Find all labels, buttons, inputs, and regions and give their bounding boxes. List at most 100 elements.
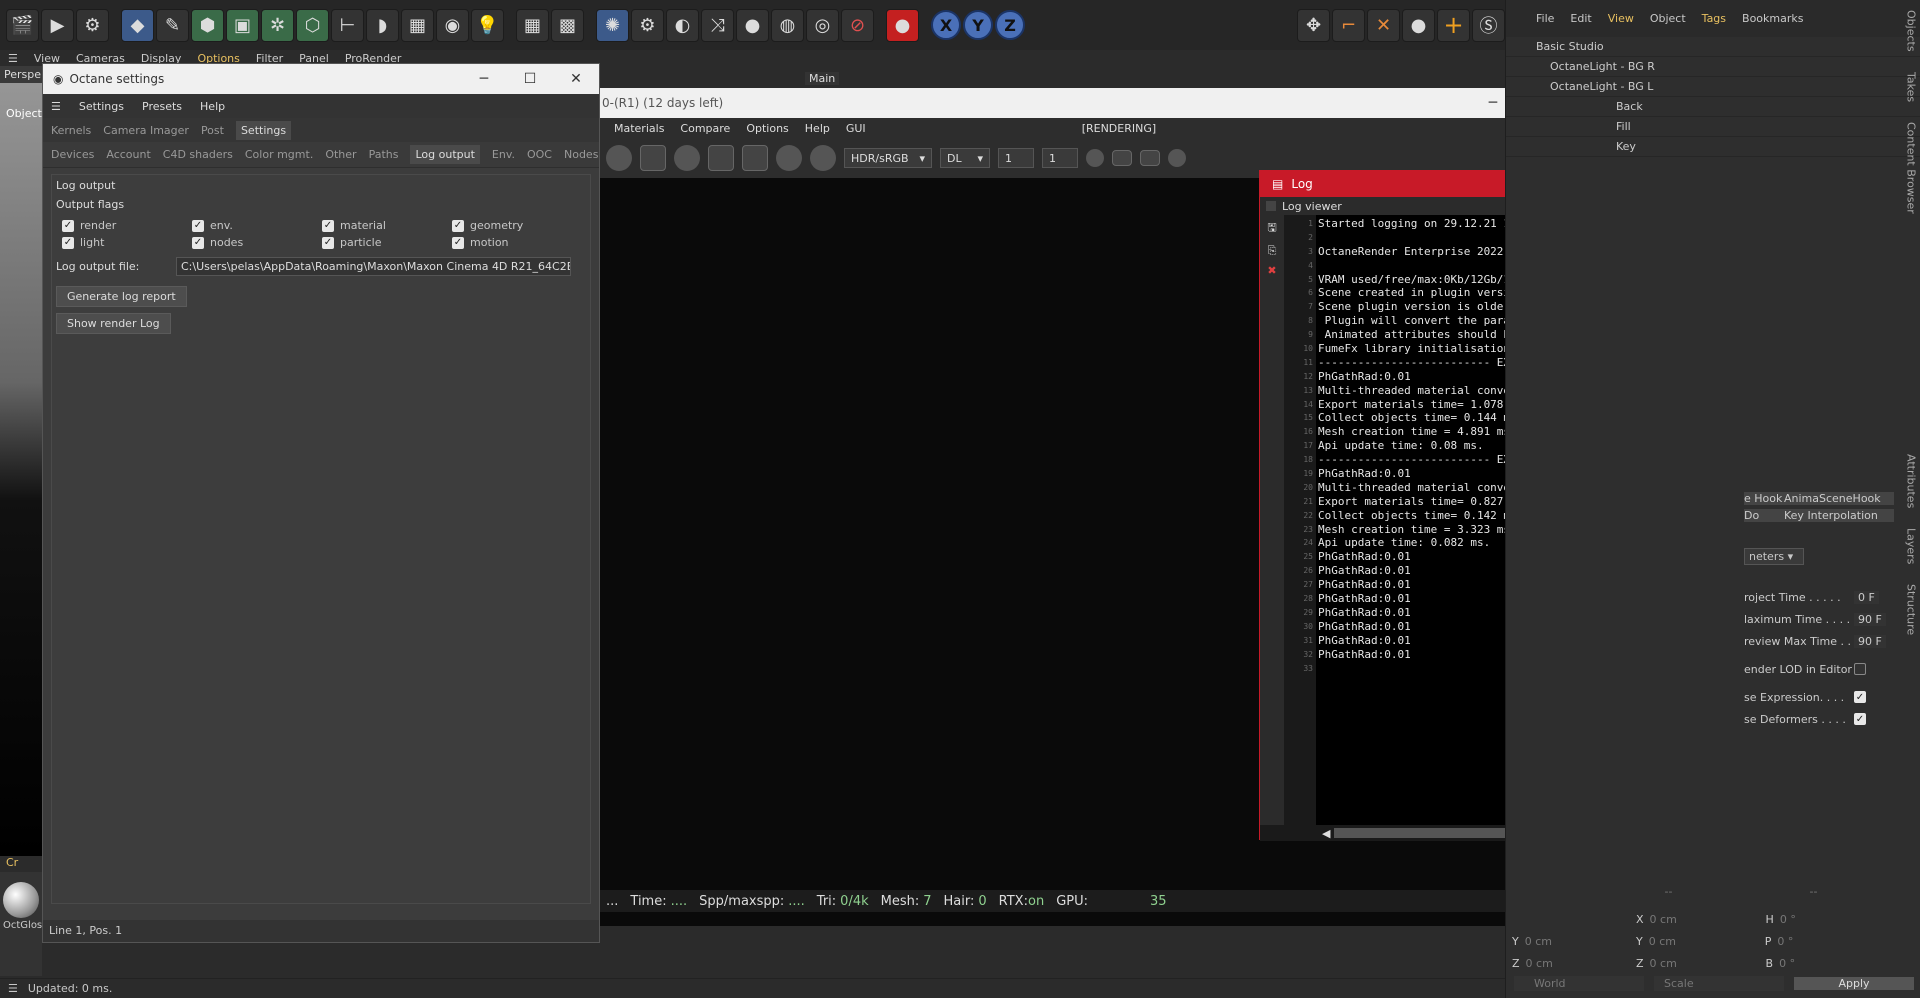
cloner-icon[interactable]: ✲ bbox=[261, 8, 294, 42]
flag-render[interactable]: ✓ render bbox=[62, 219, 192, 232]
checkbox-icon[interactable]: ✓ bbox=[1854, 713, 1866, 725]
hamburger-icon[interactable]: ☰ bbox=[8, 52, 18, 65]
attr-value[interactable]: 90 F bbox=[1854, 634, 1886, 648]
om-menu-bookmarks[interactable]: Bookmarks bbox=[1742, 12, 1803, 25]
rv-menu-gui[interactable]: GUI bbox=[846, 122, 866, 135]
om-menu-edit[interactable]: Edit bbox=[1570, 12, 1591, 25]
move-icon[interactable]: ✥ bbox=[1297, 8, 1330, 42]
copy-icon[interactable]: ⎘ bbox=[1260, 244, 1284, 258]
spin-box-1[interactable]: 1 bbox=[998, 148, 1034, 168]
subtab-paths[interactable]: Paths bbox=[369, 148, 399, 161]
subtab-other[interactable]: Other bbox=[325, 148, 356, 161]
dot-icon[interactable] bbox=[1086, 149, 1104, 167]
close-icon[interactable]: ✕ bbox=[553, 71, 599, 87]
object-row[interactable]: Key bbox=[1506, 137, 1920, 157]
minimize-icon[interactable]: ─ bbox=[461, 71, 507, 87]
world-select[interactable]: World bbox=[1514, 976, 1644, 991]
coord-value[interactable]: 0 cm bbox=[1650, 913, 1760, 926]
flag-particle[interactable]: ✓ particle bbox=[322, 236, 452, 249]
mix-icon[interactable]: ◍ bbox=[771, 8, 804, 42]
scroll-left-icon[interactable]: ◀ bbox=[1322, 827, 1330, 840]
record-icon[interactable]: ● bbox=[886, 8, 919, 42]
region-icon[interactable] bbox=[708, 145, 734, 171]
rv-menu-options[interactable]: Options bbox=[746, 122, 788, 135]
half-circle-icon[interactable]: ◐ bbox=[666, 8, 699, 42]
flag-light[interactable]: ✓ light bbox=[62, 236, 192, 249]
params-dropdown[interactable]: neters ▾ bbox=[1744, 548, 1804, 565]
subtab-ooc[interactable]: OOC bbox=[527, 148, 552, 161]
attr-value[interactable]: 90 F bbox=[1854, 612, 1886, 626]
subtab-env[interactable]: Env. bbox=[492, 148, 515, 161]
x-axis-button[interactable]: X bbox=[931, 10, 961, 40]
flag-material[interactable]: ✓ material bbox=[322, 219, 452, 232]
spline-icon[interactable]: ⊢ bbox=[331, 8, 364, 42]
show-render-log-button[interactable]: Show render Log bbox=[56, 313, 171, 334]
hamburger-icon[interactable]: ☰ bbox=[8, 982, 18, 995]
checkbox-icon[interactable]: ✓ bbox=[62, 219, 74, 232]
rotate-icon[interactable]: ✕ bbox=[1367, 8, 1400, 42]
material-pick-icon[interactable] bbox=[810, 145, 836, 171]
dot2-icon[interactable] bbox=[1168, 149, 1186, 167]
side-tab-objects[interactable]: Objects bbox=[1905, 10, 1918, 52]
apply-button[interactable]: Apply bbox=[1794, 977, 1914, 990]
checkbox-icon[interactable]: ✓ bbox=[1854, 691, 1866, 703]
gear-icon[interactable] bbox=[606, 145, 632, 171]
flag-nodes[interactable]: ✓ nodes bbox=[192, 236, 322, 249]
sphere-icon[interactable] bbox=[674, 145, 700, 171]
no-icon[interactable]: ⊘ bbox=[841, 8, 874, 42]
cube-icon[interactable]: ◆ bbox=[121, 8, 154, 42]
subtab-nodes[interactable]: Nodes bbox=[564, 148, 598, 161]
flag-env[interactable]: ✓ env. bbox=[192, 219, 322, 232]
array-icon[interactable]: ▣ bbox=[226, 8, 259, 42]
side-tab-content-browser[interactable]: Content Browser bbox=[1905, 122, 1918, 214]
om-menu-view[interactable]: View bbox=[1608, 12, 1634, 25]
scroll-thumb[interactable] bbox=[1334, 828, 1525, 838]
side-tab-layers[interactable]: Layers bbox=[1905, 528, 1918, 564]
side-tab-attributes[interactable]: Attributes bbox=[1905, 454, 1918, 508]
om-menu-file[interactable]: File bbox=[1536, 12, 1554, 25]
focus-icon[interactable] bbox=[776, 145, 802, 171]
octane-icon[interactable]: ✺ bbox=[596, 8, 629, 42]
side-tab-structure[interactable]: Structure bbox=[1905, 584, 1918, 635]
pen-icon[interactable]: ✎ bbox=[156, 8, 189, 42]
subtab-c4d-shaders[interactable]: C4D shaders bbox=[163, 148, 233, 161]
checker-icon[interactable]: ▩ bbox=[551, 8, 584, 42]
checkbox-icon[interactable]: ✓ bbox=[322, 236, 334, 249]
checkbox-icon[interactable] bbox=[1854, 663, 1866, 675]
camera-icon[interactable]: ◉ bbox=[436, 8, 469, 42]
side-tab-takes[interactable]: Takes bbox=[1905, 72, 1918, 102]
object-row[interactable]: OctaneLight - BG R bbox=[1506, 57, 1920, 77]
kernel-select[interactable]: DL ▾ bbox=[940, 148, 990, 168]
subtab-color-mgmt[interactable]: Color mgmt. bbox=[245, 148, 313, 161]
add-icon[interactable]: + bbox=[1437, 8, 1470, 42]
sphere-render-icon[interactable]: ● bbox=[1402, 8, 1435, 42]
render-settings-icon[interactable]: ⚙ bbox=[76, 8, 109, 42]
rv-menu-materials[interactable]: Materials bbox=[614, 122, 664, 135]
spiral-icon[interactable]: Ⓢ bbox=[1472, 8, 1505, 42]
attr-value[interactable]: 0 F bbox=[1854, 590, 1879, 604]
save-icon[interactable]: 🖫 bbox=[1260, 219, 1284, 238]
checkbox-icon[interactable]: ✓ bbox=[192, 236, 204, 249]
flag-motion[interactable]: ✓ motion bbox=[452, 236, 582, 249]
log-file-input[interactable]: C:\Users\pelas\AppData\Roaming\Maxon\Max… bbox=[176, 257, 571, 276]
floor-icon[interactable]: ▦ bbox=[401, 8, 434, 42]
light-icon[interactable]: 💡 bbox=[471, 8, 504, 42]
hook-label[interactable]: AnimaSceneHook bbox=[1784, 492, 1894, 505]
shuffle-icon[interactable]: ⤨ bbox=[701, 8, 734, 42]
log-viewer-checkbox-icon[interactable] bbox=[1266, 201, 1276, 211]
clapboard-icon[interactable]: 🎬 bbox=[6, 8, 39, 42]
hook-label[interactable]: Key Interpolation bbox=[1784, 509, 1894, 522]
om-menu-object[interactable]: Object bbox=[1650, 12, 1686, 25]
tab-camera-imager[interactable]: Camera Imager bbox=[103, 124, 189, 137]
subdivision-icon[interactable]: ⬢ bbox=[191, 8, 224, 42]
coord-value[interactable]: 0 cm bbox=[1650, 957, 1760, 970]
material-preview-icon[interactable] bbox=[3, 882, 39, 918]
play-icon[interactable]: ▶ bbox=[41, 8, 74, 42]
deformer-icon[interactable]: ◗ bbox=[366, 8, 399, 42]
coord-value[interactable]: 0 cm bbox=[1649, 935, 1759, 948]
clear-icon[interactable]: ✖ bbox=[1260, 264, 1284, 277]
maximize-icon[interactable]: ☐ bbox=[507, 71, 553, 87]
menu-help[interactable]: Help bbox=[200, 100, 225, 113]
coord-value[interactable]: 0 cm bbox=[1525, 935, 1552, 948]
object-row[interactable]: Fill bbox=[1506, 117, 1920, 137]
